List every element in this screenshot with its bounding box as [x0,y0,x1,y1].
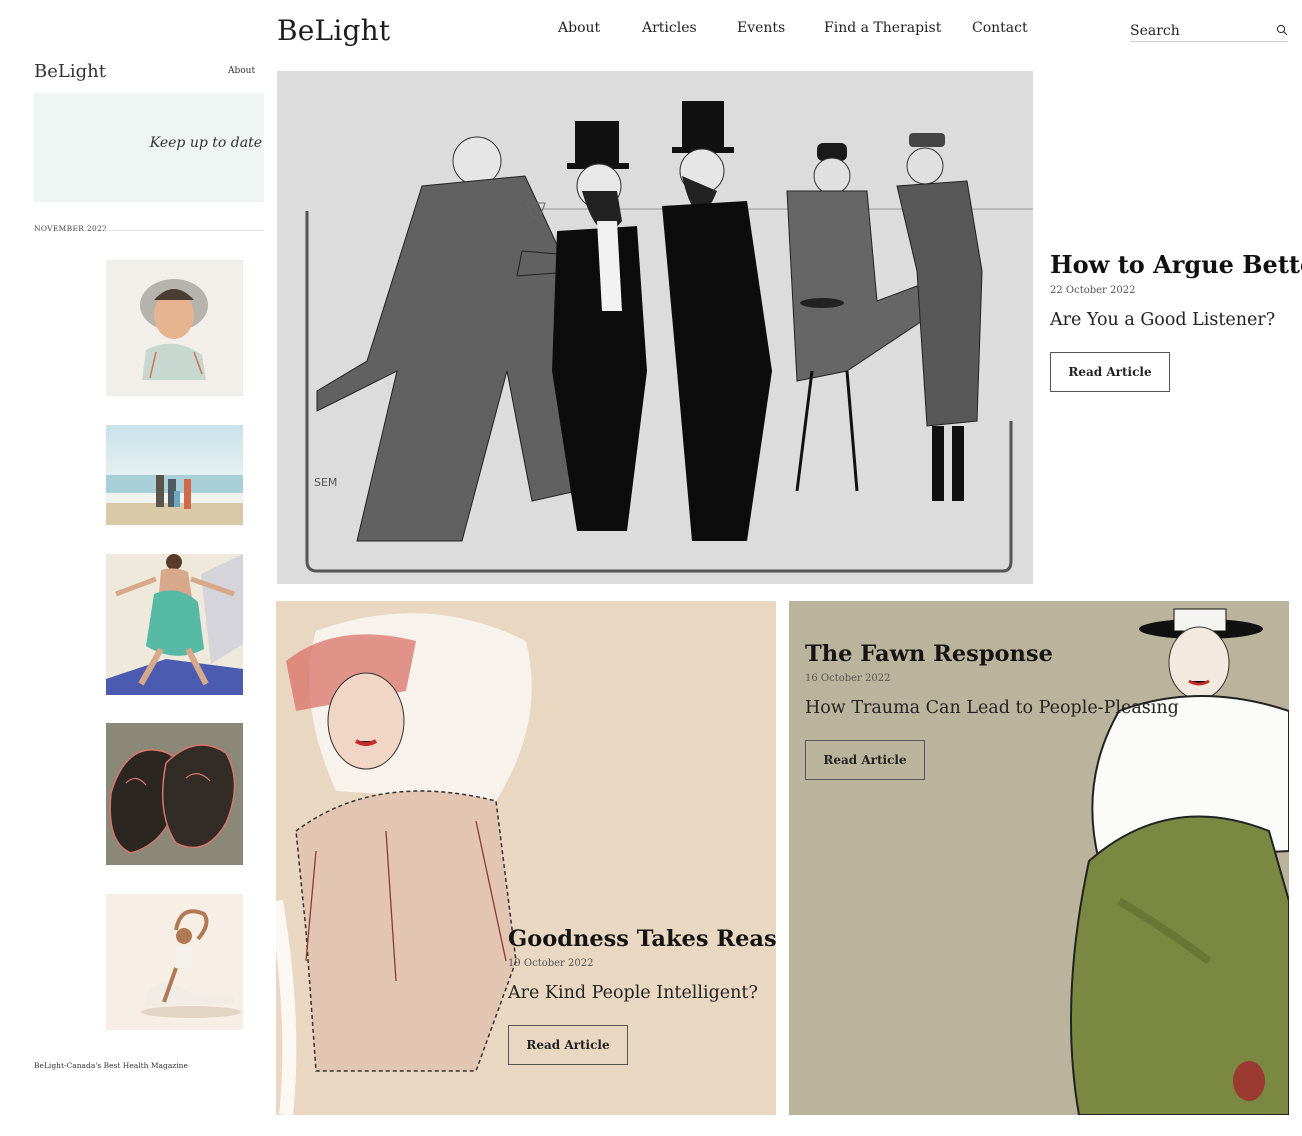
nav-about[interactable]: About [558,20,600,36]
featured-article: How to Argue Better 22 October 2022 Are … [1050,250,1302,392]
card-date: 19 October 2022 [508,958,594,969]
search-box [1130,20,1288,42]
yoga-pose-art [106,894,243,1030]
search-icon[interactable] [1276,24,1288,36]
nav-contact[interactable]: Contact [972,20,1028,36]
newsletter-text: Keep up to date [149,135,262,151]
divider [104,230,264,231]
child-portrait-art [106,260,243,396]
site-logo[interactable]: BeLight [277,14,390,47]
sidebar-brand[interactable]: BeLight [34,61,106,82]
newsletter-box[interactable]: Keep up to date [34,93,264,202]
gentlemen-sketch-art: SEM [277,71,1033,584]
nav-events[interactable]: Events [737,20,785,36]
thumbnail-beach-family[interactable] [106,425,243,525]
read-article-button[interactable]: Read Article [508,1025,628,1065]
sidebar-footer: BeLight-Canada's Best Health Magazine [34,1061,188,1070]
artist-signature: SEM [314,476,337,489]
card-text-goodness: Goodness Takes Reason 19 October 2022 Ar… [508,926,776,1065]
green-dancer-art [106,554,243,695]
thumbnail-green-dancer[interactable] [106,554,243,695]
nav-find-a-therapist[interactable]: Find a Therapist [824,20,941,36]
nav-articles[interactable]: Articles [642,20,697,36]
card-text-fawn: The Fawn Response 16 October 2022 How Tr… [805,641,1179,780]
read-article-button[interactable]: Read Article [805,740,925,780]
card-date: 16 October 2022 [805,673,891,684]
card-title[interactable]: The Fawn Response [805,641,1179,667]
beach-family-art [106,425,243,525]
pop-art-faces-art [106,723,243,865]
card-title[interactable]: Goodness Takes Reason [508,926,776,952]
featured-subtitle: Are You a Good Listener? [1050,310,1276,330]
read-article-button[interactable]: Read Article [1050,352,1170,392]
thumbnail-pop-art-faces[interactable] [106,723,243,865]
page: BeLight About Articles Events Find a The… [0,0,1302,1136]
featured-illustration[interactable]: SEM [277,71,1033,584]
featured-date: 22 October 2022 [1050,285,1136,296]
search-input[interactable] [1130,21,1270,41]
archive-month-label: NOVEMBER 2022 [34,224,108,233]
article-card-goodness[interactable]: Goodness Takes Reason 19 October 2022 Ar… [276,601,776,1115]
featured-title[interactable]: How to Argue Better [1050,250,1302,279]
card-subtitle: Are Kind People Intelligent? [508,983,758,1003]
thumbnail-yoga-pose[interactable] [106,894,243,1030]
article-card-fawn[interactable]: The Fawn Response 16 October 2022 How Tr… [789,601,1289,1115]
sidebar-about-link[interactable]: About [228,66,255,76]
card-subtitle: How Trauma Can Lead to People-Pleasing [805,698,1179,718]
thumbnail-child-portrait[interactable] [106,260,243,396]
